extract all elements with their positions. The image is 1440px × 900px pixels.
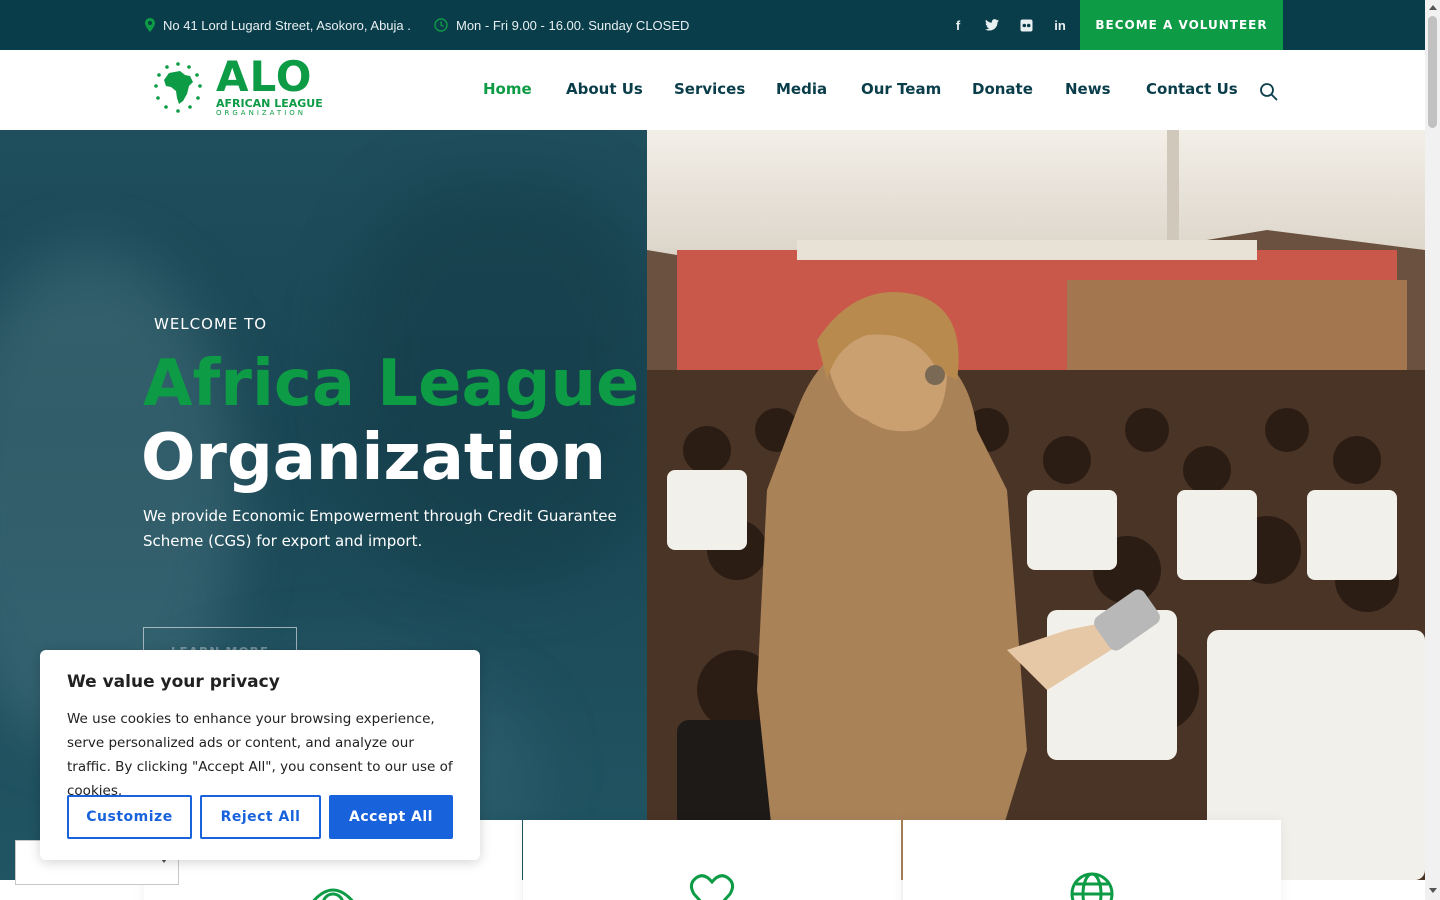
nav-contact-us[interactable]: Contact Us [1146,80,1238,98]
hero-lead: We provide Economic Empowerment through … [143,507,617,550]
hero-photo [647,130,1425,880]
feature-card-global [903,820,1281,900]
logo-wordmark: ALO AFRICAN LEAGUE ORGANIZATION [216,52,323,118]
globe-icon [1070,872,1114,900]
site-logo[interactable]: ALO AFRICAN LEAGUE ORGANIZATION [152,56,332,120]
hero-title-white: Organization [141,421,606,495]
cookie-consent-banner: We value your privacy We use cookies to … [40,650,480,860]
linkedin-icon[interactable]: in [1052,17,1068,33]
nav-our-team[interactable]: Our Team [861,80,941,98]
logo-subtitle: AFRICAN LEAGUE [216,97,323,110]
top-bar: No 41 Lord Lugard Street, Asokoro, Abuja… [0,0,1425,50]
nav-services[interactable]: Services [674,80,745,98]
search-icon[interactable] [1259,82,1279,102]
nav-news[interactable]: News [1065,80,1111,98]
hero-photo-illustration [647,130,1425,880]
scroll-up-icon[interactable] [1429,5,1437,10]
cookie-reject-all-button[interactable]: Reject All [200,795,321,839]
nav-home[interactable]: Home [483,80,532,98]
address-info: No 41 Lord Lugard Street, Asokoro, Abuja… [145,0,411,50]
nav-media[interactable]: Media [776,80,827,98]
become-volunteer-button[interactable]: BECOME A VOLUNTEER [1080,0,1283,50]
main-header: ALO AFRICAN LEAGUE ORGANIZATION Home Abo… [0,50,1425,130]
social-links: f in [950,0,1068,50]
cookie-text: We use cookies to enhance your browsing … [67,711,453,799]
cookie-title: We value your privacy [67,672,280,692]
eye-icon [312,888,354,900]
hours-info: Mon - Fri 9.00 - 16.00. Sunday CLOSED [434,0,689,50]
clock-icon [434,18,448,32]
logo-main-text: ALO [216,52,313,101]
scrollbar-thumb[interactable] [1428,16,1437,128]
nav-about-us[interactable]: About Us [566,80,643,98]
scroll-down-icon[interactable] [1429,888,1437,893]
heart-icon [689,874,735,900]
page-scrollbar[interactable] [1425,0,1440,900]
address-text: No 41 Lord Lugard Street, Asokoro, Abuja… [163,17,411,33]
location-pin-icon [145,18,155,32]
facebook-icon[interactable]: f [950,17,966,33]
nav-donate[interactable]: Donate [972,80,1033,98]
logo-subtitle-small: ORGANIZATION [216,109,307,117]
twitter-icon[interactable] [984,17,1000,33]
cookie-accept-all-button[interactable]: Accept All [329,795,453,839]
flickr-icon[interactable] [1018,17,1034,33]
hero-welcome: WELCOME TO [154,315,268,333]
page: No 41 Lord Lugard Street, Asokoro, Abuja… [0,0,1440,900]
africa-emblem-icon [154,62,202,113]
cookie-customize-button[interactable]: Customize [67,795,192,839]
feature-card-care [523,820,901,900]
hero-title-green: Africa League [143,347,640,421]
hours-text: Mon - Fri 9.00 - 16.00. Sunday CLOSED [456,17,690,33]
